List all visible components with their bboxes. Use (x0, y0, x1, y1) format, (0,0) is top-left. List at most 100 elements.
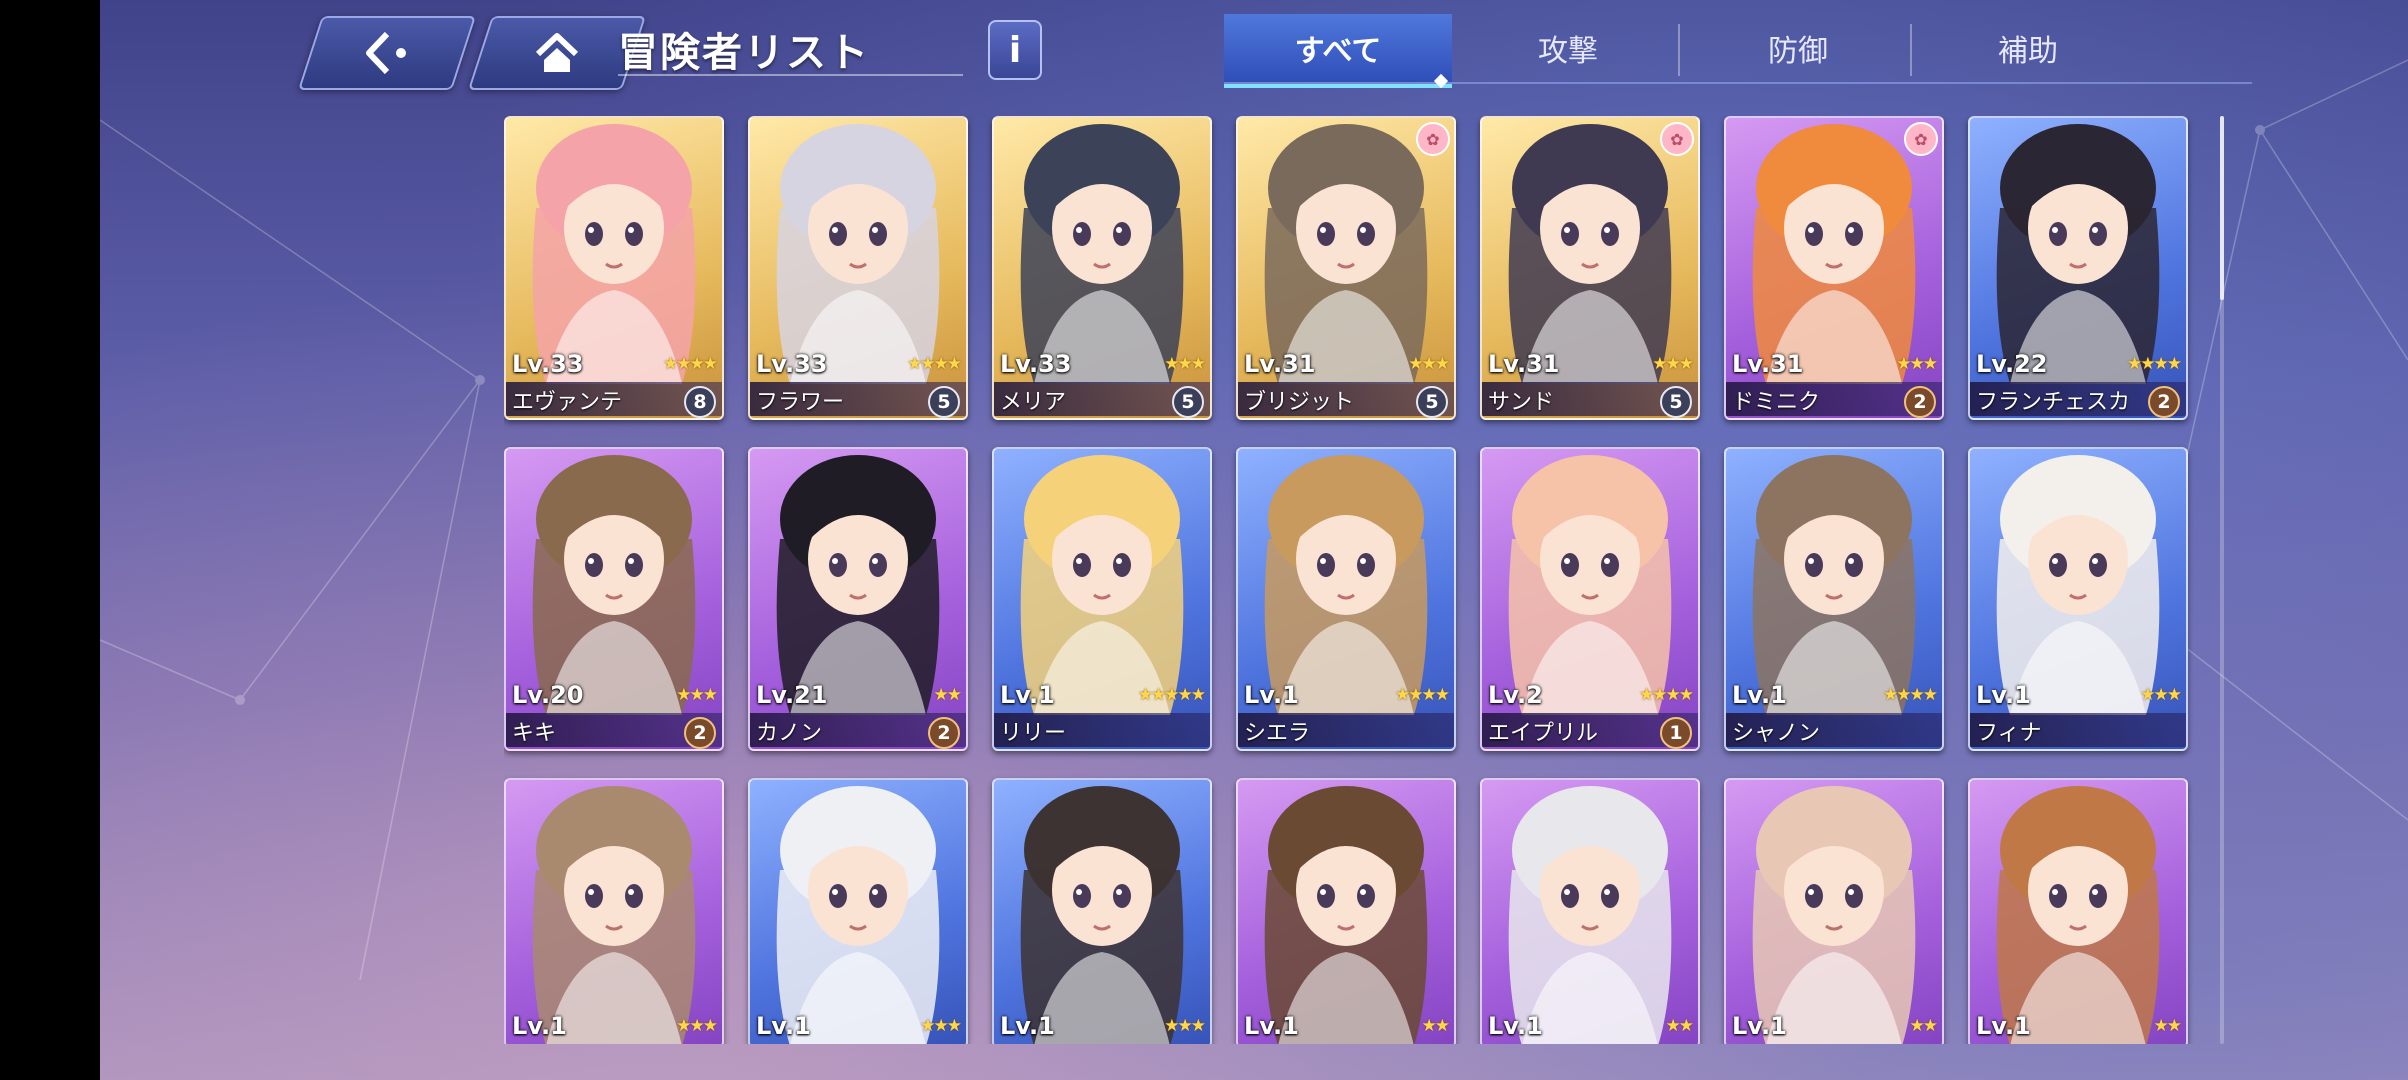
rarity-stars-icon: ★★★★ (2127, 354, 2182, 374)
level-label: Lv.31 (1488, 350, 1560, 378)
level-label: Lv.22 (1976, 350, 2048, 378)
level-label: Lv.1 (512, 1012, 567, 1040)
scrollbar-thumb[interactable] (2220, 116, 2224, 300)
adventurer-portrait (1508, 124, 1672, 384)
rarity-stars-icon: ★★★ (1896, 354, 1938, 374)
limit-break-badge: 5 (1416, 386, 1448, 418)
adventurer-card[interactable]: Lv.1 ★★★★ シャノン (1724, 447, 1944, 751)
rarity-stars-icon: ★★★★ (907, 354, 962, 374)
game-screen: 冒険者リスト i すべて 攻撃 防御 補助 Lv.33 ★★★★ エヴァンテ 8 Lv.… (100, 0, 2408, 1080)
limit-break-badge: 5 (928, 386, 960, 418)
level-label: Lv.1 (1488, 1012, 1543, 1040)
adventurer-card[interactable]: Lv.2 ★★★★ エイプリル 1 (1480, 447, 1700, 751)
adventurer-name: シエラ (1244, 721, 1311, 746)
filter-tabs: すべて 攻撃 防御 補助 (1224, 14, 2252, 88)
adventurer-card[interactable]: Lv.33 ★★★★ フラワー 5 (748, 116, 968, 420)
limit-break-badge: 5 (1660, 386, 1692, 418)
rarity-stars-icon: ★★ (933, 685, 963, 705)
adventurer-portrait (1752, 455, 1916, 715)
adventurer-card[interactable]: Lv.1 ★★ (1968, 778, 2188, 1044)
adventurer-card[interactable]: ✿ Lv.31 ★★★ サンド 5 (1480, 116, 1700, 420)
adventurer-portrait (1996, 124, 2160, 384)
adventurer-name: シャノン (1732, 721, 1821, 746)
level-label: Lv.33 (1000, 350, 1072, 378)
back-button[interactable] (297, 16, 477, 90)
level-label: Lv.20 (512, 681, 584, 709)
adventurer-portrait (532, 455, 696, 715)
level-label: Lv.1 (1732, 1012, 1787, 1040)
adventurer-name: ドミニク (1732, 390, 1821, 415)
adventurer-card[interactable]: Lv.1 ★★★ (504, 778, 724, 1044)
adventurer-card[interactable]: Lv.1 ★★★★★ リリー (992, 447, 1212, 751)
limit-break-badge: 2 (2148, 386, 2180, 418)
adventurer-portrait (776, 786, 940, 1044)
tabs-baseline (1224, 82, 2252, 84)
back-arrow-icon (312, 18, 462, 88)
adventurer-name: サンド (1488, 390, 1555, 415)
limit-break-badge: 8 (684, 386, 716, 418)
paw-icon: ✿ (1904, 122, 1938, 156)
rarity-stars-icon: ★★★★ (1883, 685, 1938, 705)
level-label: Lv.33 (512, 350, 584, 378)
adventurer-card[interactable]: Lv.20 ★★★ キキ 2 (504, 447, 724, 751)
rarity-stars-icon: ★★★★ (1639, 685, 1694, 705)
rarity-stars-icon: ★★★ (676, 685, 718, 705)
tab-defense[interactable]: 防御 (1684, 14, 1912, 82)
adventurer-card[interactable]: Lv.1 ★★ (1480, 778, 1700, 1044)
adventurer-name: ブリジット (1244, 390, 1355, 415)
level-label: Lv.31 (1732, 350, 1804, 378)
adventurer-card[interactable]: Lv.33 ★★★★ エヴァンテ 8 (504, 116, 724, 420)
adventurer-card[interactable]: Lv.1 ★★★★ シエラ (1236, 447, 1456, 751)
adventurer-name: エイプリル (1488, 721, 1599, 746)
level-label: Lv.1 (1000, 681, 1055, 709)
limit-break-badge: 1 (1660, 717, 1692, 749)
home-icon (482, 18, 632, 88)
level-label: Lv.1 (1976, 681, 2031, 709)
adventurer-card[interactable]: Lv.21 ★★ カノン 2 (748, 447, 968, 751)
rarity-stars-icon: ★★ (1665, 1016, 1695, 1036)
level-label: Lv.2 (1488, 681, 1543, 709)
adventurer-name: カノン (756, 721, 823, 746)
adventurer-portrait (1508, 455, 1672, 715)
adventurer-portrait (776, 455, 940, 715)
tab-support[interactable]: 補助 (1914, 14, 2142, 82)
rarity-stars-icon: ★★★ (2140, 685, 2182, 705)
adventurer-portrait (1752, 124, 1916, 384)
adventurer-card[interactable]: Lv.1 ★★★ (748, 778, 968, 1044)
rarity-stars-icon: ★★ (1421, 1016, 1451, 1036)
rarity-stars-icon: ★★★ (920, 1016, 962, 1036)
adventurer-name: リリー (1000, 721, 1067, 746)
adventurer-portrait (1020, 455, 1184, 715)
rarity-stars-icon: ★★★★ (663, 354, 718, 374)
adventurer-card[interactable]: Lv.22 ★★★★ フランチェスカ 2 (1968, 116, 2188, 420)
adventurer-name: キキ (512, 721, 557, 746)
adventurer-card[interactable]: Lv.1 ★★★ (992, 778, 1212, 1044)
info-button[interactable]: i (988, 20, 1042, 80)
adventurer-portrait (1020, 124, 1184, 384)
adventurer-card[interactable]: Lv.1 ★★ (1724, 778, 1944, 1044)
adventurer-card[interactable]: Lv.1 ★★★ フィナ (1968, 447, 2188, 751)
paw-icon: ✿ (1660, 122, 1694, 156)
adventurer-portrait (1508, 786, 1672, 1044)
level-label: Lv.1 (756, 1012, 811, 1040)
adventurer-card[interactable]: ✿ Lv.31 ★★★ ドミニク 2 (1724, 116, 1944, 420)
rarity-stars-icon: ★★★ (1164, 1016, 1206, 1036)
rarity-stars-icon: ★★★ (1164, 354, 1206, 374)
tab-attack[interactable]: 攻撃 (1454, 14, 1682, 82)
adventurer-portrait (1020, 786, 1184, 1044)
adventurer-card[interactable]: Lv.33 ★★★ メリア 5 (992, 116, 1212, 420)
adventurer-portrait (776, 124, 940, 384)
level-label: Lv.33 (756, 350, 828, 378)
level-label: Lv.1 (1244, 681, 1299, 709)
adventurer-card[interactable]: Lv.1 ★★ (1236, 778, 1456, 1044)
adventurer-portrait (532, 786, 696, 1044)
limit-break-badge: 2 (1904, 386, 1936, 418)
adventurer-card[interactable]: ✿ Lv.31 ★★★ ブリジット 5 (1236, 116, 1456, 420)
rarity-stars-icon: ★★ (2153, 1016, 2183, 1036)
level-label: Lv.1 (1976, 1012, 2031, 1040)
adventurer-portrait (1996, 455, 2160, 715)
tab-all[interactable]: すべて (1224, 14, 1452, 88)
adventurer-name: メリア (1000, 390, 1067, 415)
adventurer-portrait (1264, 786, 1428, 1044)
adventurer-name: フランチェスカ (1976, 390, 2131, 415)
